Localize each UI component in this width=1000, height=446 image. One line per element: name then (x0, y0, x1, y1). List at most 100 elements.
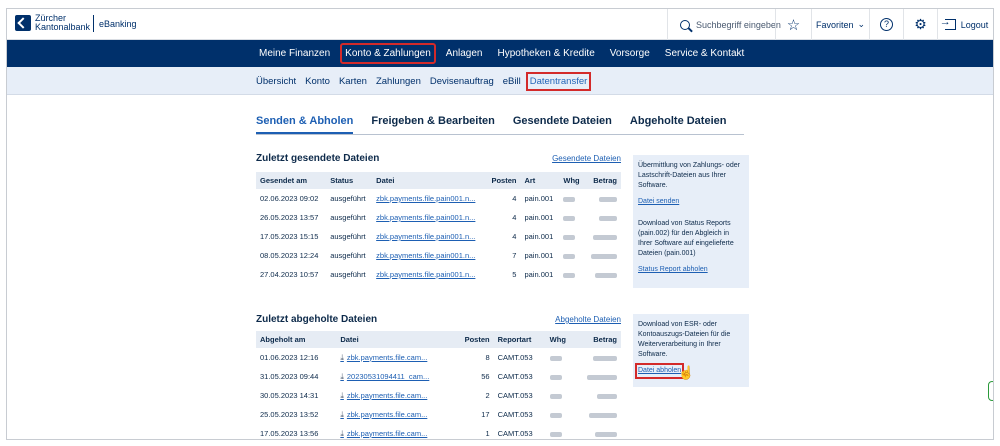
fetched-file-link[interactable]: ⤓ zbk.payments.file.cam... (336, 348, 453, 367)
fetched-posts: 17 (481, 410, 490, 419)
col-report-type[interactable]: Reportart (493, 331, 546, 348)
nav-meine-finanzen[interactable]: Meine Finanzen (256, 45, 333, 62)
send-info-box: Übermittlung von Zahlungs- oder Lastschr… (633, 155, 749, 288)
nav-anlagen[interactable]: Anlagen (443, 45, 486, 62)
sent-type: pain.001 (524, 270, 554, 279)
col-posts[interactable]: Posten (485, 172, 521, 189)
nav-service-kontakt[interactable]: Service & Kontakt (662, 45, 747, 62)
col-sent-date[interactable]: Gesendet am (256, 172, 327, 189)
sent-date: 17.05.2023 15:15 (260, 232, 319, 241)
fetched-file-link[interactable]: ⤓ 20230531094411_cam... (336, 367, 453, 386)
nav-hypotheken-kredite[interactable]: Hypotheken & Kredite (494, 45, 597, 62)
col-currency[interactable]: Whg (545, 331, 575, 348)
col-posts[interactable]: Posten (453, 331, 494, 348)
fetched-posts: 56 (481, 372, 490, 381)
tab-gesendete-dateien[interactable]: Gesendete Dateien (513, 115, 612, 134)
fetched-currency-redacted (546, 367, 575, 386)
sent-files-link[interactable]: Gesendete Dateien (552, 154, 621, 163)
col-fetched-date[interactable]: Abgeholt am (256, 331, 337, 348)
fetch-info-box: Download von ESR- oder Kontoauszugs-Date… (633, 314, 749, 387)
download-icon: ⤓ (340, 428, 344, 438)
fetched-file-name: zbk.payments.file.cam... (346, 409, 428, 419)
fetch-file-link[interactable]: Datei abholen (634, 363, 685, 379)
zkb-logo-icon[interactable] (15, 15, 31, 31)
fetched-file-link[interactable]: ⤓ zbk.payments.file.cam... (336, 405, 453, 424)
fetched-amount-redacted (575, 386, 621, 405)
sent-currency-redacted (559, 189, 585, 208)
sent-amount-redacted (585, 246, 621, 265)
fetched-files-title: Zuletzt abgeholte Dateien (256, 314, 378, 325)
table-row: 26.05.2023 13:57 ausgeführt zbk.payments… (256, 208, 621, 227)
fetched-amount-redacted (575, 348, 621, 367)
subnav-konto[interactable]: Konto (305, 76, 330, 87)
fetched-amount-redacted (575, 424, 621, 439)
col-amount[interactable]: Betrag (574, 331, 621, 348)
tab-freigeben-bearbeiten[interactable]: Freigeben & Bearbeiten (371, 115, 494, 134)
subnav-uebersicht[interactable]: Übersicht (256, 76, 296, 87)
nav-konto-zahlungen[interactable]: Konto & Zahlungen (340, 43, 436, 64)
send-file-link[interactable]: Datei senden (638, 197, 679, 207)
sent-date: 08.05.2023 12:24 (260, 251, 319, 260)
table-row: 02.06.2023 09:02 ausgeführt zbk.payments… (256, 189, 621, 208)
send-info-text: Übermittlung von Zahlungs- oder Lastschr… (638, 162, 740, 189)
subnav-datentransfer[interactable]: Datentransfer (525, 71, 592, 91)
col-file[interactable]: Datei (336, 331, 454, 348)
sent-date: 27.04.2023 10:57 (260, 270, 319, 279)
help-button[interactable]: ? (869, 9, 903, 40)
subnav-zahlungen[interactable]: Zahlungen (376, 76, 421, 87)
nav-vorsorge[interactable]: Vorsorge (607, 45, 653, 62)
fetched-posts: 8 (485, 353, 490, 362)
tab-senden-abholen[interactable]: Senden & Abholen (256, 115, 354, 134)
sent-file-link[interactable]: zbk.payments.file.pain001.n... (372, 227, 485, 246)
sent-currency-redacted (559, 227, 585, 246)
settings-button[interactable]: ⚙ (903, 9, 937, 40)
feedback-tab[interactable] (988, 381, 993, 401)
sent-type: pain.001 (524, 251, 554, 260)
fetched-file-name: zbk.payments.file.cam... (346, 352, 428, 362)
sent-file-link[interactable]: zbk.payments.file.pain001.n... (372, 265, 485, 284)
tab-bar: Senden & Abholen Freigeben & Bearbeiten … (256, 115, 744, 135)
table-header-row: Abgeholt am Datei Posten Reportart Whg B… (256, 331, 621, 348)
favorites-dropdown[interactable]: Favoriten ⌄ (811, 9, 869, 40)
sent-currency-redacted (559, 246, 585, 265)
col-currency[interactable]: Whg (559, 172, 585, 189)
favorite-star-button[interactable]: ☆ (775, 9, 811, 40)
table-row: 01.06.2023 12:16 ⤓ zbk.payments.file.cam.… (256, 348, 621, 367)
sent-file-link[interactable]: zbk.payments.file.pain001.n... (372, 246, 485, 265)
col-type[interactable]: Art (520, 172, 560, 189)
subnav-devisenauftrag[interactable]: Devisenauftrag (430, 76, 494, 87)
tab-abgeholte-dateien[interactable]: Abgeholte Dateien (630, 115, 727, 134)
top-bar: Zürcher Kantonalbank eBanking Suchbegrif… (7, 9, 993, 40)
fetched-type: CAMT.053 (497, 410, 533, 419)
col-amount[interactable]: Betrag (585, 172, 621, 189)
brand-divider (93, 15, 94, 32)
sent-status: ausgeführt (330, 232, 366, 241)
subnav-ebill[interactable]: eBill (503, 76, 521, 87)
sent-posts: 4 (512, 232, 517, 241)
fetched-currency-redacted (546, 386, 575, 405)
fetched-files-link[interactable]: Abgeholte Dateien (555, 315, 621, 324)
sent-files-title: Zuletzt gesendete Dateien (256, 153, 380, 164)
gear-icon: ⚙ (914, 16, 927, 32)
fetched-currency-redacted (546, 348, 575, 367)
sent-file-link[interactable]: zbk.payments.file.pain001.n... (372, 208, 485, 227)
sent-files-section: Zuletzt gesendete Dateien Gesendete Date… (256, 153, 621, 293)
sent-file-link[interactable]: zbk.payments.file.pain001.n... (372, 189, 485, 208)
col-status[interactable]: Status (326, 172, 373, 189)
logout-button[interactable]: Logout (937, 9, 993, 40)
sent-type: pain.001 (524, 213, 554, 222)
table-header-row: Gesendet am Status Datei Posten Art Whg … (256, 172, 621, 189)
fetched-posts: 2 (485, 391, 490, 400)
fetched-file-link[interactable]: ⤓ zbk.payments.file.cam... (336, 386, 453, 405)
download-icon: ⤓ (340, 409, 344, 419)
download-icon: ⤓ (340, 352, 344, 362)
fetched-file-link[interactable]: ⤓ zbk.payments.file.cam... (336, 424, 453, 439)
sent-status: ausgeführt (330, 213, 366, 222)
fetched-type: CAMT.053 (497, 429, 533, 438)
fetched-amount-redacted (575, 367, 621, 386)
chevron-down-icon: ⌄ (857, 19, 866, 29)
status-report-link[interactable]: Status Report abholen (638, 265, 708, 275)
sent-files-table: Gesendet am Status Datei Posten Art Whg … (256, 172, 621, 284)
subnav-karten[interactable]: Karten (339, 76, 367, 87)
col-file[interactable]: Datei (372, 172, 486, 189)
